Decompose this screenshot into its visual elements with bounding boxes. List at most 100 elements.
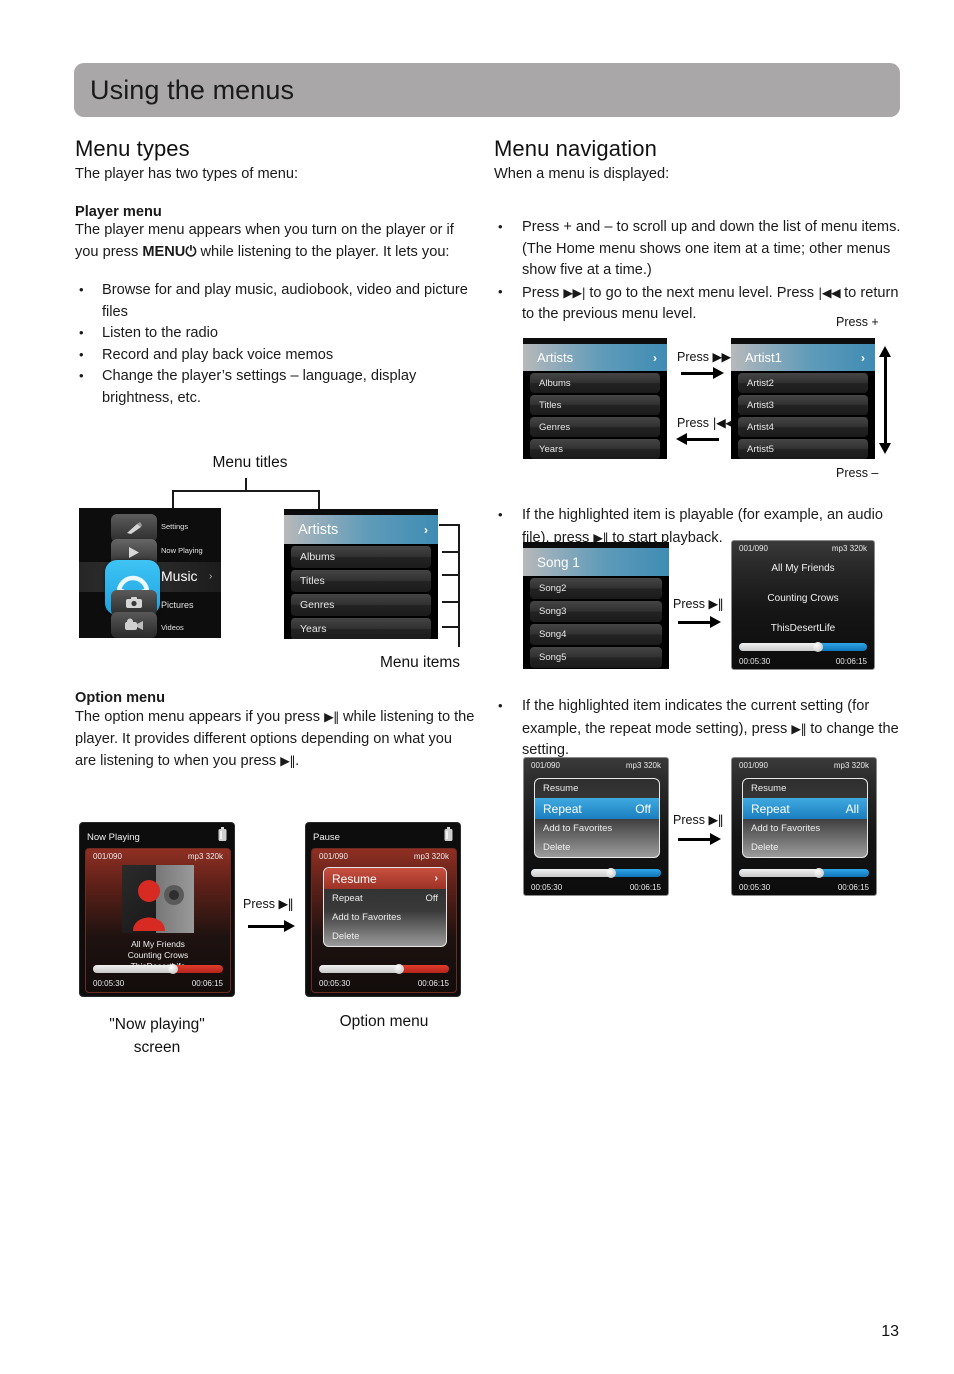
progress-bar[interactable] <box>312 964 456 975</box>
progress-bar[interactable] <box>732 642 874 653</box>
menu-item-years[interactable]: Years <box>530 439 660 459</box>
menu-item-artist2[interactable]: Artist2 <box>738 373 868 393</box>
track-meta-row: 001/090 mp3 320k <box>86 849 230 861</box>
option-menu-text-block: Option menu The option menu appears if y… <box>75 690 475 773</box>
progress-bar[interactable] <box>732 868 876 879</box>
menu-title-artists[interactable]: Artists › <box>523 344 667 371</box>
progress-bar[interactable] <box>524 868 668 879</box>
menu-title-song1[interactable]: Song 1 <box>523 548 669 576</box>
menu-title-artists[interactable]: Artists › <box>284 515 438 544</box>
press-word: Press <box>677 416 709 430</box>
elapsed-time: 00:05:30 <box>93 979 125 988</box>
track-meta-row: 001/090 mp3 320k <box>732 758 876 770</box>
progress-bar[interactable] <box>86 964 230 975</box>
option-item-resume[interactable]: Resume › <box>324 868 446 889</box>
time-row: 00:05:30 00:06:15 <box>312 979 456 988</box>
menu-item-artist4[interactable]: Artist4 <box>738 417 868 437</box>
list-item: Press + and – to scroll up and down the … <box>494 216 906 282</box>
track-meta-row: 001/090 mp3 320k <box>732 541 874 553</box>
option-item-label: Resume <box>751 783 787 794</box>
menu-title-label: Song 1 <box>537 554 580 570</box>
menu-item-genres[interactable]: Genres <box>291 594 431 616</box>
list-item: Change the player’s settings – language,… <box>75 365 475 409</box>
option-item-resume[interactable]: Resume <box>535 779 659 798</box>
player-menu-text-2: while listening to the player. It lets y… <box>196 243 450 260</box>
option-menu-heading: Option menu <box>75 690 165 706</box>
option-menu-paragraph: The option menu appears if you press ▶‖ … <box>75 706 475 773</box>
page-header-bar: Using the menus <box>74 63 900 117</box>
menu-item-years[interactable]: Years <box>291 618 431 639</box>
caption-now-playing: "Now playing" screen <box>78 1013 236 1059</box>
menu-title-artist1[interactable]: Artist1 › <box>731 344 875 371</box>
option-item-label: Add to Favorites <box>751 823 821 834</box>
option-item-repeat[interactable]: Repeat Off <box>324 889 446 908</box>
option-item-repeat[interactable]: Repeat Off <box>535 798 659 819</box>
option-item-delete[interactable]: Delete <box>535 838 659 857</box>
option-item-label: Add to Favorites <box>332 912 402 923</box>
menu-title-label: Artist1 <box>745 350 782 365</box>
press-plus-label: Press + <box>836 315 879 329</box>
menu-item-song5[interactable]: Song5 <box>530 647 662 668</box>
option-item-delete[interactable]: Delete <box>743 838 867 857</box>
option-item-add-to-favorites[interactable]: Add to Favorites <box>535 819 659 838</box>
track-format: mp3 320k <box>187 852 223 861</box>
track-format: mp3 320k <box>831 544 867 553</box>
option-overlay-panel: Resume Repeat Off Add to Favorites Delet… <box>534 778 660 858</box>
option-item-label: Repeat <box>751 801 790 816</box>
now-playing-screen-mock: Now Playing 001/090 mp3 320k All My Frie… <box>79 822 235 997</box>
total-time: 00:06:15 <box>191 979 223 988</box>
battery-icon <box>444 827 453 847</box>
repeat-all-screen: 001/090 mp3 320k Resume Repeat All Add t… <box>731 757 877 896</box>
menu-item-albums[interactable]: Albums <box>530 373 660 393</box>
menu-item-albums[interactable]: Albums <box>291 546 431 568</box>
option-item-value: Off <box>635 801 651 816</box>
option-item-label: Delete <box>751 842 779 853</box>
player-menu-paragraph: The player menu appears when you turn on… <box>75 220 475 263</box>
menu-item-song2[interactable]: Song2 <box>530 578 662 599</box>
album-art <box>122 865 194 933</box>
press-word: Press <box>673 597 705 611</box>
menu-items-tick-5 <box>442 626 459 628</box>
option-item-value: All <box>845 801 859 816</box>
menu-item-artist5[interactable]: Artist5 <box>738 439 868 459</box>
previous-track-icon: |◀◀ <box>818 284 841 300</box>
home-item-now-playing[interactable]: Now Playing <box>161 546 203 555</box>
option-item-delete[interactable]: Delete <box>324 927 446 946</box>
home-item-videos[interactable]: Videos <box>161 623 184 632</box>
option-item-label: Repeat <box>543 801 582 816</box>
menu-item-titles[interactable]: Titles <box>530 395 660 415</box>
option-item-resume[interactable]: Resume <box>743 779 867 798</box>
menu-types-lead: The player has two types of menu: <box>75 166 299 182</box>
menu-navigation-bullets: Press + and – to scroll up and down the … <box>494 216 906 326</box>
menu-item-song4[interactable]: Song4 <box>530 624 662 645</box>
total-time: 00:06:15 <box>835 657 867 666</box>
menu-item-titles[interactable]: Titles <box>291 570 431 592</box>
option-item-label: Resume <box>332 871 377 886</box>
settings-icon <box>111 514 157 542</box>
option-item-repeat[interactable]: Repeat All <box>743 798 867 819</box>
menu-item-artist3[interactable]: Artist3 <box>738 395 868 415</box>
track-artist: Counting Crows <box>127 950 189 960</box>
flow-arrow-next <box>681 367 724 379</box>
option-menu-body: 001/090 mp3 320k Resume › Repeat Off Add… <box>311 848 457 993</box>
home-item-settings[interactable]: Settings <box>161 522 188 531</box>
menu-item-genres[interactable]: Genres <box>530 417 660 437</box>
menu-items-label: Menu items <box>379 654 461 671</box>
option-item-label: Repeat <box>332 893 363 904</box>
flow-arrow-previous <box>676 433 719 445</box>
play-pause-icon: ▶‖ <box>280 753 296 768</box>
status-label: Now Playing <box>87 831 140 843</box>
option-item-add-to-favorites[interactable]: Add to Favorites <box>324 908 446 927</box>
flow-arrow-repeat <box>678 833 721 845</box>
menu-title-label: Artists <box>537 350 574 365</box>
home-item-music[interactable]: Music <box>161 568 198 584</box>
press-word: Press <box>243 897 275 911</box>
menu-items-tick-2 <box>442 551 459 553</box>
bracket-stem-center <box>245 478 247 491</box>
option-item-add-to-favorites[interactable]: Add to Favorites <box>743 819 867 838</box>
elapsed-time: 00:05:30 <box>739 657 771 666</box>
home-item-pictures[interactable]: Pictures <box>161 600 194 610</box>
menu-item-song3[interactable]: Song3 <box>530 601 662 622</box>
chevron-right-icon: › <box>861 350 865 365</box>
chevron-right-icon: › <box>209 571 213 582</box>
